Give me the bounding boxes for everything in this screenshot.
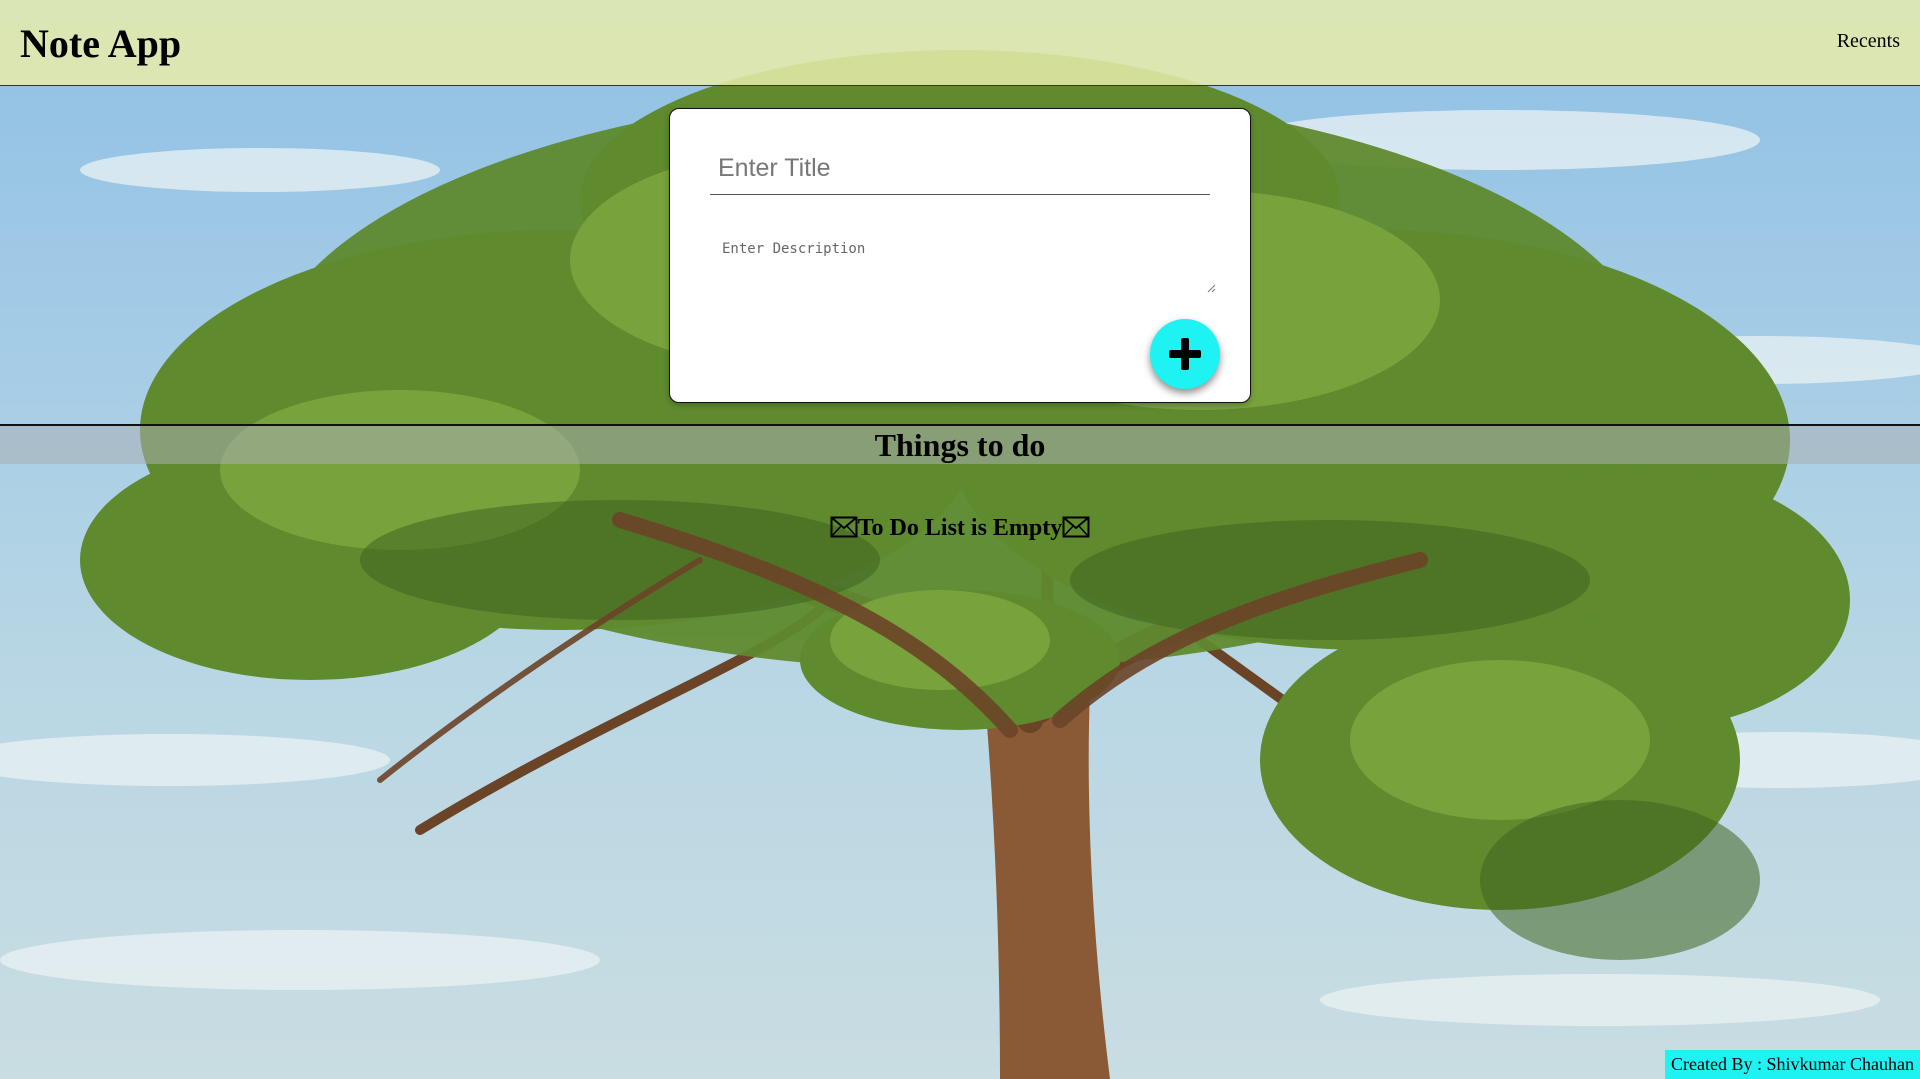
resize-grip-icon[interactable] [1206,283,1216,293]
todo-section-header: Things to do [0,426,1920,464]
note-form-card [669,108,1251,403]
mail-icon [1062,516,1090,538]
add-note-button[interactable] [1150,319,1220,389]
mail-icon [830,516,858,538]
navbar: Note App Recents [0,0,1920,86]
app-brand[interactable]: Note App [20,20,181,68]
title-input[interactable] [710,143,1210,195]
empty-list-message: To Do List is Empty [0,515,1920,542]
empty-message-text: To Do List is Empty [857,515,1063,541]
footer-credit: Created By : Shivkumar Chauhan [1665,1050,1920,1079]
description-input[interactable] [712,231,1216,403]
nav-link-recents[interactable]: Recents [1837,30,1900,53]
section-title: Things to do [874,427,1046,463]
plus-icon [1169,338,1201,370]
